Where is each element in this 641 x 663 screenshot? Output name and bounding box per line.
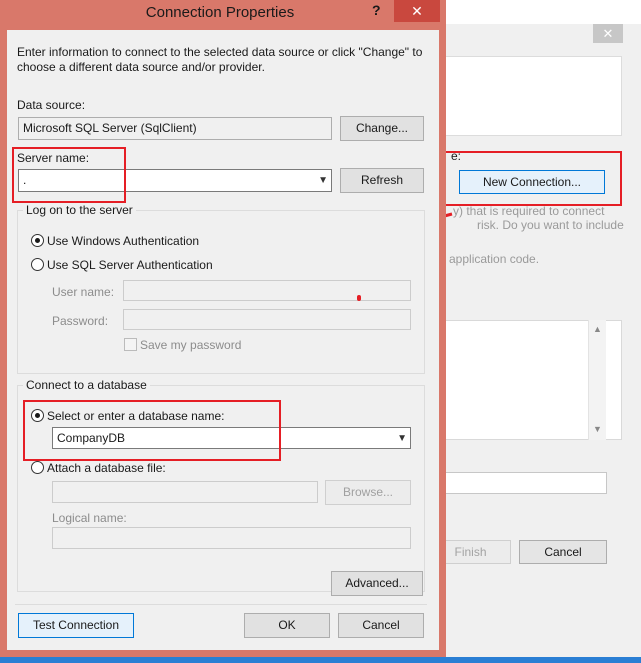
instructions-text: Enter information to connect to the sele…	[17, 45, 423, 74]
sql-auth-label[interactable]: Use SQL Server Authentication	[47, 258, 213, 272]
change-button[interactable]: Change...	[340, 116, 424, 141]
dialog-client-area: Enter information to connect to the sele…	[7, 30, 439, 650]
test-connection-button[interactable]: Test Connection	[18, 613, 134, 638]
save-password-label: Save my password	[140, 338, 242, 352]
warning-text-line2: risk. Do you want to include	[477, 218, 624, 232]
windows-auth-label[interactable]: Use Windows Authentication	[47, 234, 199, 248]
save-password-checkbox[interactable]	[124, 338, 137, 351]
attach-file-radio[interactable]	[31, 461, 44, 474]
background-close-button[interactable]: ✕	[593, 24, 623, 43]
background-window-titlebar	[431, 0, 641, 24]
scroll-up-icon[interactable]: ▲	[593, 324, 602, 334]
data-source-field: Microsoft SQL Server (SqlClient)	[18, 117, 332, 140]
taskbar-strip	[0, 657, 641, 663]
annotation-box-database	[23, 400, 281, 461]
connection-properties-dialog: Connection Properties ? ✕ Enter informat…	[0, 0, 446, 657]
browse-button[interactable]: Browse...	[325, 480, 411, 505]
warning-text-line1: y) that is required to connect	[453, 204, 605, 218]
background-wizard-window: ✕ e: New Connection... y) that is requir…	[430, 0, 641, 657]
wizard-cancel-button[interactable]: Cancel	[519, 540, 607, 564]
advanced-button[interactable]: Advanced...	[331, 571, 423, 596]
username-input[interactable]	[123, 280, 411, 301]
password-input[interactable]	[123, 309, 411, 330]
sql-auth-radio[interactable]	[31, 258, 44, 271]
logical-name-input[interactable]	[52, 527, 411, 549]
scroll-down-icon[interactable]: ▼	[593, 424, 602, 434]
password-label: Password:	[52, 314, 109, 328]
logical-name-label: Logical name:	[52, 511, 127, 525]
connection-name-input[interactable]	[446, 472, 607, 494]
background-header-panel	[446, 56, 622, 136]
cancel-button[interactable]: Cancel	[338, 613, 424, 638]
annotation-box-server-name	[12, 147, 126, 203]
footer-divider	[15, 604, 427, 605]
logon-group-title: Log on to the server	[23, 203, 136, 217]
windows-auth-radio[interactable]	[31, 234, 44, 247]
chevron-down-icon[interactable]: ▼	[397, 428, 407, 449]
data-source-label: Data source:	[17, 98, 86, 112]
database-group-title: Connect to a database	[23, 378, 150, 392]
attach-file-label[interactable]: Attach a database file:	[47, 461, 166, 475]
warning-text-line3: application code.	[449, 252, 540, 266]
connection-string-scrollbar[interactable]: ▲ ▼	[588, 320, 606, 440]
annotation-dot	[357, 295, 361, 301]
chevron-down-icon[interactable]: ▼	[318, 170, 328, 191]
ok-button[interactable]: OK	[244, 613, 330, 638]
close-button[interactable]: ✕	[394, 0, 440, 22]
help-button[interactable]: ?	[372, 2, 386, 18]
annotation-box-new-connection	[444, 151, 622, 206]
refresh-button[interactable]: Refresh	[340, 168, 424, 193]
attach-file-input[interactable]	[52, 481, 318, 503]
username-label: User name:	[52, 285, 115, 299]
